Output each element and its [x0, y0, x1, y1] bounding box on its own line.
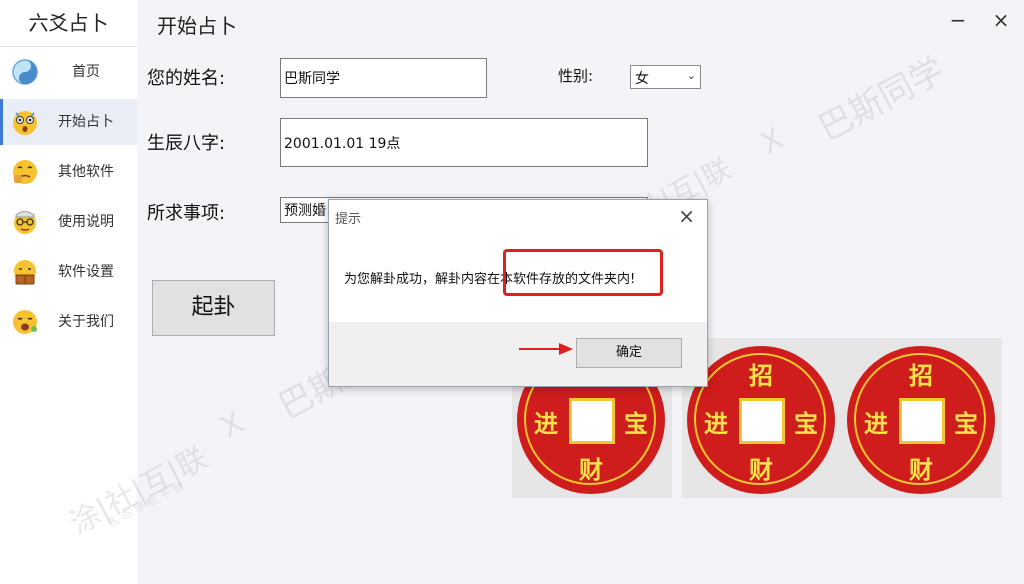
close-window-button[interactable]: × [989, 8, 1013, 32]
coin-hole [739, 398, 785, 444]
dialog-close-button[interactable]: × [678, 204, 695, 228]
bazi-label: 生辰八字: [147, 133, 226, 154]
coin-char-left: 进 [704, 410, 728, 438]
yin-yang-icon [12, 59, 38, 85]
sidebar-item-label: 软件设置 [58, 264, 114, 280]
coin-image: 招 进 宝 财 [842, 338, 1002, 498]
sidebar-item-label: 使用说明 [58, 214, 114, 230]
coin-char-top: 招 [749, 362, 773, 390]
coin-char-right: 宝 [624, 410, 648, 438]
sidebar: 六爻占卜 首页 开始占卜 其他软件 使用说明 软件设置 关于我们 [0, 0, 137, 584]
coin-char-right: 宝 [954, 410, 978, 438]
sidebar-item-label: 关于我们 [58, 314, 114, 330]
matter-label: 所求事项: [147, 203, 226, 224]
gender-select[interactable]: 女 ⌄ [630, 65, 701, 89]
coin-char-right: 宝 [794, 410, 818, 438]
ok-button[interactable]: 确定 [576, 338, 682, 368]
bazi-input[interactable] [280, 118, 648, 167]
name-input[interactable] [280, 58, 487, 98]
coin-char-bottom: 财 [909, 456, 933, 484]
dialog-title: 提示 [335, 212, 362, 227]
thinking-emoji-icon [13, 160, 37, 184]
coin-char-left: 进 [534, 410, 558, 438]
sidebar-item-settings[interactable]: 软件设置 [0, 249, 137, 295]
gender-select-value: 女 [635, 71, 649, 87]
watermark-x: X [754, 121, 790, 162]
sidebar-item-about-us[interactable]: 关于我们 [0, 299, 137, 345]
coin-char-bottom: 财 [749, 456, 773, 484]
app-title: 六爻占卜 [28, 11, 109, 35]
sidebar-item-home[interactable]: 首页 [0, 49, 137, 95]
page-title: 开始占卜 [157, 14, 237, 38]
coin-char-top: 招 [909, 362, 933, 390]
sidebar-item-other-software[interactable]: 其他软件 [0, 149, 137, 195]
coin-hole [899, 398, 945, 444]
chevron-down-icon: ⌄ [686, 69, 696, 82]
watermark-text: 巴斯同学 [812, 50, 952, 150]
coin-hole [569, 398, 615, 444]
dialog-footer: 确定 [329, 322, 707, 386]
reading-emoji-icon [14, 260, 36, 285]
minimize-button[interactable]: − [946, 8, 970, 32]
name-label: 您的姓名: [147, 68, 226, 89]
sidebar-item-label: 开始占卜 [58, 114, 114, 130]
sidebar-item-instructions[interactable]: 使用说明 [0, 199, 137, 245]
sidebar-item-start-divination[interactable]: 开始占卜 [0, 99, 137, 145]
coin: 招 进 宝 财 [847, 346, 995, 494]
sidebar-item-label: 首页 [72, 64, 100, 80]
divider [0, 46, 137, 47]
coin-char-bottom: 财 [579, 456, 603, 484]
glasses-emoji-icon [14, 211, 36, 234]
dialog-message: 为您解卦成功，解卦内容在本软件存放的文件夹内! [344, 272, 636, 287]
surprised-emoji-icon [13, 111, 37, 135]
coin-char-left: 进 [864, 410, 888, 438]
sidebar-item-label: 其他软件 [58, 164, 114, 180]
coin: 招 进 宝 财 [687, 346, 835, 494]
qigua-button[interactable]: 起卦 [152, 280, 275, 336]
watermark-x: X [214, 405, 250, 446]
message-dialog: 提示 × 为您解卦成功，解卦内容在本软件存放的文件夹内! 确定 [328, 199, 708, 387]
gender-label: 性别: [558, 67, 594, 85]
yawning-emoji-icon [13, 310, 37, 334]
